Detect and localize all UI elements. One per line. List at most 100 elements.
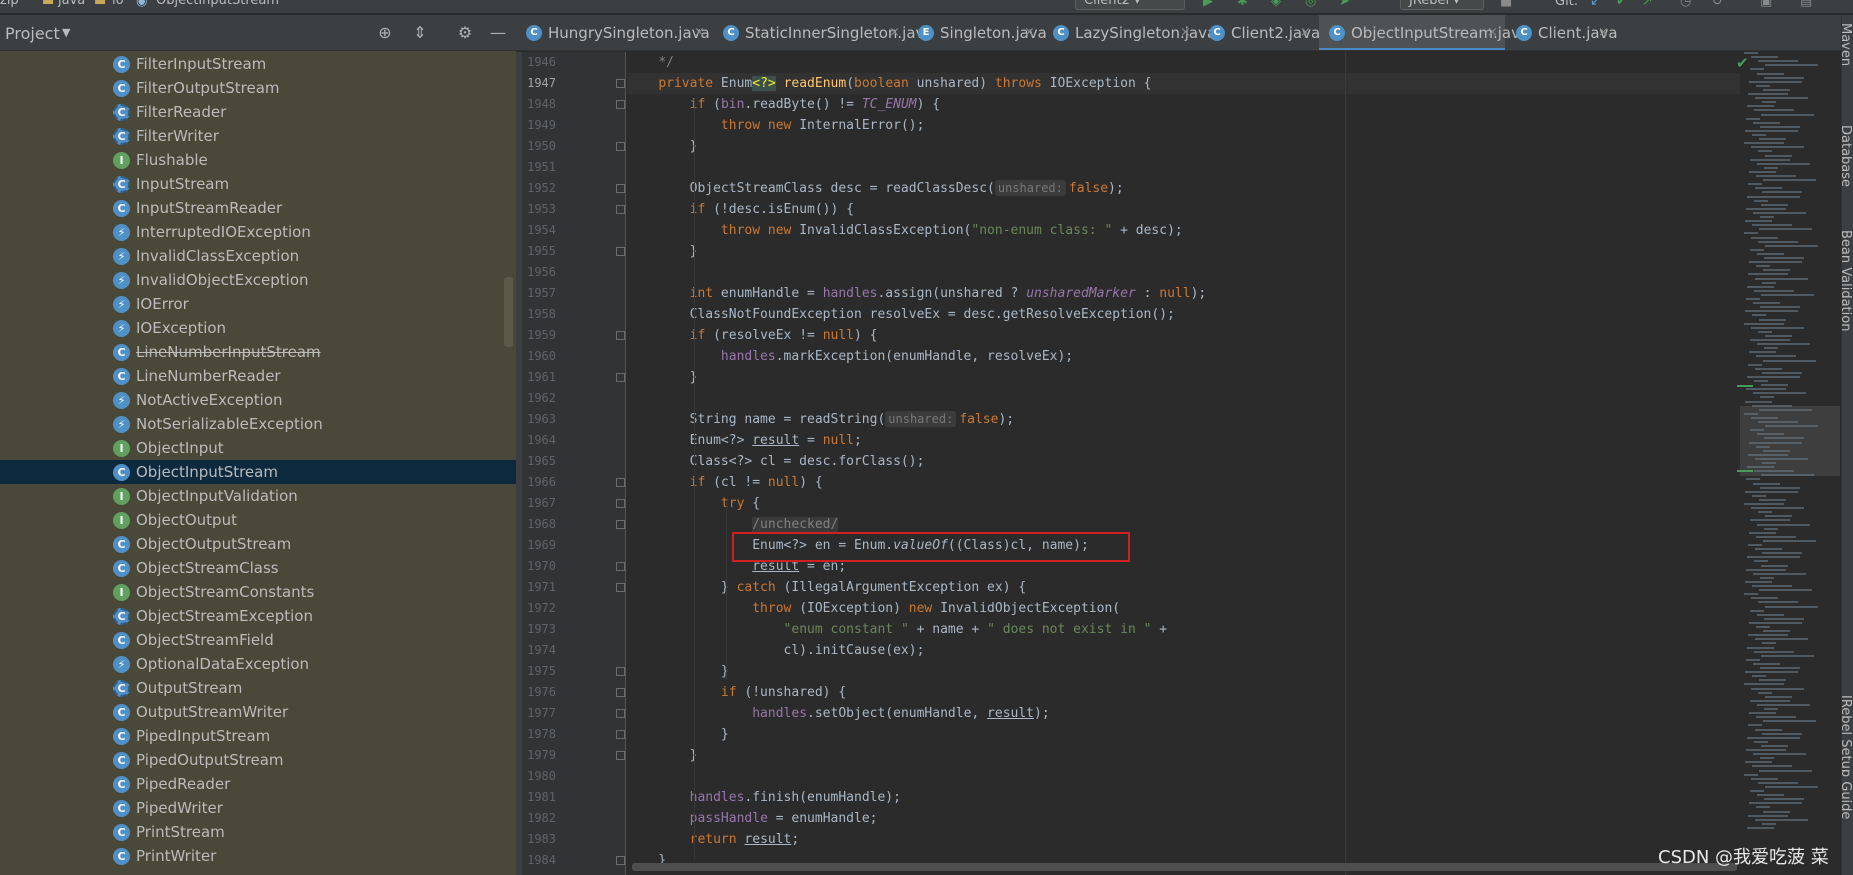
fold-marker-icon[interactable] [616, 751, 625, 760]
fold-marker-icon[interactable] [616, 562, 625, 571]
tree-item[interactable]: C ObjectStreamException [0, 604, 516, 628]
editor-tab[interactable]: E Singleton.java × [908, 15, 1047, 50]
inspection-ok-icon[interactable]: ✔ [1736, 54, 1749, 72]
run-icon[interactable]: ▶ [1203, 0, 1213, 10]
tree-item[interactable]: C InputStream [0, 172, 516, 196]
tree-item[interactable]: C PipedOutputStream [0, 748, 516, 772]
project-title[interactable]: Project [5, 24, 60, 43]
stop-icon[interactable]: ■ [1500, 0, 1512, 10]
fold-marker-icon[interactable] [616, 583, 625, 592]
tree-item[interactable]: C FilterOutputStream [0, 76, 516, 100]
coverage-icon[interactable]: ◈ [1271, 0, 1281, 10]
close-icon[interactable]: × [1598, 25, 1609, 40]
tree-item[interactable]: C ObjectOutputStream [0, 532, 516, 556]
vcs-update-icon[interactable]: ↙ [1590, 0, 1601, 10]
tree-item[interactable]: ⚡ NotActiveException [0, 388, 516, 412]
profile-icon[interactable]: ◎ [1305, 0, 1316, 10]
fold-marker-icon[interactable] [616, 520, 625, 529]
database-tool-button[interactable]: Database [1842, 125, 1853, 187]
vcs-commit-icon[interactable]: ✔ [1616, 0, 1627, 10]
tree-item[interactable]: C FilterWriter [0, 124, 516, 148]
tree-item[interactable]: C FilterReader [0, 100, 516, 124]
editor-tab[interactable]: C Client2.java × [1199, 15, 1320, 50]
close-icon[interactable]: × [1024, 25, 1035, 40]
tree-item[interactable]: C OutputStream [0, 676, 516, 700]
settings-icon[interactable]: ▤ [1800, 0, 1812, 10]
fold-marker-icon[interactable] [616, 184, 625, 193]
fold-marker-icon[interactable] [616, 688, 625, 697]
minimize-icon[interactable]: — [488, 23, 508, 43]
tree-item[interactable]: C PrintStream [0, 820, 516, 844]
tree-item[interactable]: C OutputStreamWriter [0, 700, 516, 724]
fold-marker-icon[interactable] [616, 331, 625, 340]
fold-marker-icon[interactable] [616, 730, 625, 739]
tree-item[interactable]: ⚡ NotSerializableException [0, 412, 516, 436]
project-structure-icon[interactable]: ▣ [1760, 0, 1772, 10]
fold-marker-icon[interactable] [616, 142, 625, 151]
fold-marker-icon[interactable] [616, 79, 625, 88]
bean-validation-tool-button[interactable]: Bean Validation [1842, 230, 1853, 331]
tree-item[interactable]: C PipedInputStream [0, 724, 516, 748]
tree-item[interactable]: ⚡ InterruptedIOException [0, 220, 516, 244]
tree-item[interactable]: ⚡ IOException [0, 316, 516, 340]
debug-icon[interactable]: ✱ [1237, 0, 1248, 10]
tree-item[interactable]: C ObjectStreamField [0, 628, 516, 652]
tree-item[interactable]: C LineNumberReader [0, 364, 516, 388]
tree-item[interactable]: I ObjectInput [0, 436, 516, 460]
gear-icon[interactable]: ⚙ [455, 23, 475, 43]
tree-item[interactable]: C PrintWriter [0, 844, 516, 868]
jrebel-select[interactable]: JRebel ▾ [1400, 0, 1484, 10]
jrebel-run-icon[interactable]: ➤ [1339, 0, 1350, 10]
tree-item[interactable]: I ObjectStreamConstants [0, 580, 516, 604]
locate-icon[interactable]: ⊕ [375, 23, 395, 43]
fold-marker-icon[interactable] [616, 499, 625, 508]
sidebar-scrollbar[interactable] [504, 277, 513, 347]
minimap-viewport[interactable] [1740, 406, 1840, 476]
editor-tab[interactable]: C StaticInnerSingleton.java × [713, 15, 934, 50]
tree-item[interactable]: ⚡ InvalidObjectException [0, 268, 516, 292]
fold-marker-icon[interactable] [616, 373, 625, 382]
tree-item[interactable]: C ObjectInputStream [0, 460, 516, 484]
fold-marker-icon[interactable] [616, 478, 625, 487]
vcs-push-icon[interactable]: ↗ [1642, 0, 1653, 10]
code-view[interactable]: */ private Enum<?> readEnum(boolean unsh… [627, 52, 1743, 875]
tree-item[interactable]: I Flushable [0, 148, 516, 172]
chevron-down-icon[interactable]: ▼ [62, 26, 70, 39]
fold-marker-icon[interactable] [616, 667, 625, 676]
breadcrumb-zip[interactable]: zip [0, 0, 19, 8]
fold-marker-icon[interactable] [616, 247, 625, 256]
tree-item[interactable]: I ObjectInputValidation [0, 484, 516, 508]
breadcrumb-objectinputstream[interactable]: ObjectInputStream [156, 0, 279, 8]
editor-tab[interactable]: C Client.java × [1506, 15, 1618, 50]
fold-marker-icon[interactable] [616, 205, 625, 214]
fold-marker-icon[interactable] [616, 100, 625, 109]
editor-tab[interactable]: C HungrySingleton.java × [516, 15, 712, 50]
horizontal-scrollbar[interactable] [632, 863, 1737, 871]
tree-item[interactable]: C InputStreamReader [0, 196, 516, 220]
collapse-all-icon[interactable]: ⇕ [410, 23, 430, 43]
tree-item[interactable]: C PipedReader [0, 772, 516, 796]
close-icon[interactable]: × [1300, 25, 1311, 40]
fold-marker-icon[interactable] [616, 856, 625, 865]
fold-marker-icon[interactable] [616, 709, 625, 718]
tree-item[interactable]: C PipedWriter [0, 796, 516, 820]
jrebel-setup-guide-button[interactable]: JRebel Setup Guide [1842, 695, 1853, 819]
tree-item[interactable]: I ObjectOutput [0, 508, 516, 532]
editor-tab[interactable]: C ObjectInputStream.java × [1319, 15, 1529, 50]
close-icon[interactable]: × [1180, 25, 1191, 40]
tree-item[interactable]: ⚡ OptionalDataException [0, 652, 516, 676]
run-config-select[interactable]: Client2 ▾ [1075, 0, 1185, 10]
tree-item[interactable]: C LineNumberInputStream [0, 340, 516, 364]
breadcrumb-io[interactable]: io [112, 0, 124, 8]
close-icon[interactable]: × [694, 25, 705, 40]
tree-item[interactable]: C ObjectStreamClass [0, 556, 516, 580]
tree-item[interactable]: ⚡ InvalidClassException [0, 244, 516, 268]
history-icon[interactable]: ◷ [1680, 0, 1691, 10]
close-icon[interactable]: × [889, 25, 900, 40]
maven-tool-button[interactable]: Maven [1842, 23, 1853, 66]
tree-item[interactable]: C FilterInputStream [0, 52, 516, 76]
breadcrumb-java[interactable]: java [58, 0, 85, 8]
close-icon[interactable]: × [1487, 25, 1498, 40]
tree-item[interactable]: ⚡ IOError [0, 292, 516, 316]
rollback-icon[interactable]: ↺ [1712, 0, 1723, 10]
